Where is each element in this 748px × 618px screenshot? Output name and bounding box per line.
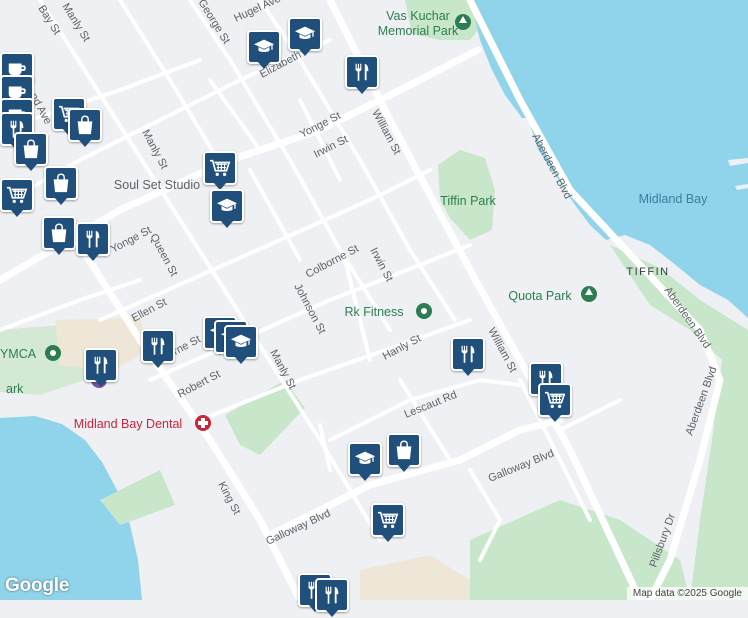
marker-box — [315, 578, 349, 612]
park-label-tiffin: Tiffin Park — [440, 194, 496, 208]
map-marker-school[interactable] — [210, 189, 244, 229]
marker-box — [0, 178, 34, 212]
dental-label-midland-bay: Midland Bay Dental — [74, 417, 182, 431]
marker-box — [288, 17, 322, 51]
gym-label-rk-fitness: Rk Fitness — [344, 305, 403, 319]
map-marker-shopping-bag[interactable] — [44, 166, 78, 206]
grocery-cart-icon — [209, 157, 231, 179]
marker-box — [371, 503, 405, 537]
map-marker-restaurant[interactable] — [76, 222, 110, 262]
gym-label-ymca: YMCA — [0, 347, 37, 361]
restaurant-icon — [82, 228, 104, 250]
map-marker-school[interactable] — [348, 442, 382, 482]
business-label-soul-set: Soul Set Studio — [114, 178, 200, 192]
restaurant-icon — [321, 584, 343, 606]
marker-pointer — [355, 86, 369, 94]
marker-pointer — [257, 61, 271, 69]
map-marker-restaurant[interactable] — [141, 329, 175, 369]
map-marker-school[interactable] — [224, 325, 258, 365]
marker-box — [84, 348, 118, 382]
map-marker-shopping-bag[interactable] — [14, 132, 48, 172]
map-marker-restaurant[interactable] — [84, 348, 118, 388]
gym-icon — [421, 308, 427, 314]
marker-box — [203, 151, 237, 185]
marker-pointer — [86, 253, 100, 261]
water-label-midland-bay: Midland Bay — [639, 192, 709, 206]
map-marker-grocery-cart[interactable] — [371, 503, 405, 543]
map-attribution[interactable]: Map data ©2025 Google — [626, 587, 748, 600]
shopping-bag-icon — [48, 222, 70, 244]
map-marker-shopping-bag[interactable] — [68, 108, 102, 148]
school-icon — [230, 331, 252, 353]
marker-box — [68, 108, 102, 142]
restaurant-icon — [457, 343, 479, 365]
map-marker-grocery-cart[interactable] — [538, 383, 572, 423]
marker-box — [76, 222, 110, 256]
marker-pointer — [325, 609, 339, 617]
marker-box — [345, 55, 379, 89]
marker-box — [141, 329, 175, 363]
google-logo: Google — [5, 575, 70, 596]
map-marker-restaurant[interactable] — [345, 55, 379, 95]
marker-pointer — [94, 379, 108, 387]
marker-pointer — [52, 247, 66, 255]
marker-pointer — [54, 197, 68, 205]
marker-pointer — [78, 139, 92, 147]
map-marker-grocery-cart[interactable] — [203, 151, 237, 191]
marker-box — [348, 442, 382, 476]
shopping-bag-icon — [50, 172, 72, 194]
school-icon — [216, 195, 238, 217]
shopping-bag-icon — [74, 114, 96, 136]
map-marker-shopping-bag[interactable] — [387, 433, 421, 473]
marker-box — [210, 189, 244, 223]
marker-pointer — [24, 163, 38, 171]
marker-pointer — [298, 48, 312, 56]
map-marker-grocery-cart[interactable] — [0, 178, 34, 218]
marker-box — [538, 383, 572, 417]
marker-pointer — [220, 220, 234, 228]
map-marker-shopping-bag[interactable] — [42, 216, 76, 256]
marker-pointer — [151, 360, 165, 368]
marker-pointer — [234, 356, 248, 364]
marker-pointer — [397, 464, 411, 472]
school-icon — [294, 23, 316, 45]
shopping-bag-icon — [20, 138, 42, 160]
marker-box — [451, 337, 485, 371]
map-marker-school[interactable] — [247, 30, 281, 70]
park-label-vas-kuchar: Vas Kuchar Memorial Park — [378, 9, 459, 38]
school-icon — [253, 36, 275, 58]
grocery-cart-icon — [544, 389, 566, 411]
marker-pointer — [10, 209, 24, 217]
marker-box — [224, 325, 258, 359]
restaurant-icon — [147, 335, 169, 357]
marker-box — [44, 166, 78, 200]
area-label-tiffin: TIFFIN — [626, 266, 669, 278]
map-marker-restaurant[interactable] — [315, 578, 349, 618]
grocery-cart-icon — [377, 509, 399, 531]
map-marker-school[interactable] — [288, 17, 322, 57]
map-marker-restaurant[interactable] — [451, 337, 485, 377]
school-icon — [354, 448, 376, 470]
gym-icon — [50, 350, 56, 356]
marker-box — [247, 30, 281, 64]
marker-pointer — [461, 368, 475, 376]
marker-pointer — [548, 414, 562, 422]
marker-box — [42, 216, 76, 250]
grocery-cart-icon — [6, 184, 28, 206]
park-label-quota: Quota Park — [508, 289, 572, 303]
marker-box — [387, 433, 421, 467]
marker-pointer — [381, 534, 395, 542]
marker-pointer — [358, 473, 372, 481]
park-label-partial: ark — [6, 382, 24, 396]
restaurant-icon — [351, 61, 373, 83]
shopping-bag-icon — [393, 439, 415, 461]
marker-box — [14, 132, 48, 166]
restaurant-icon — [90, 354, 112, 376]
